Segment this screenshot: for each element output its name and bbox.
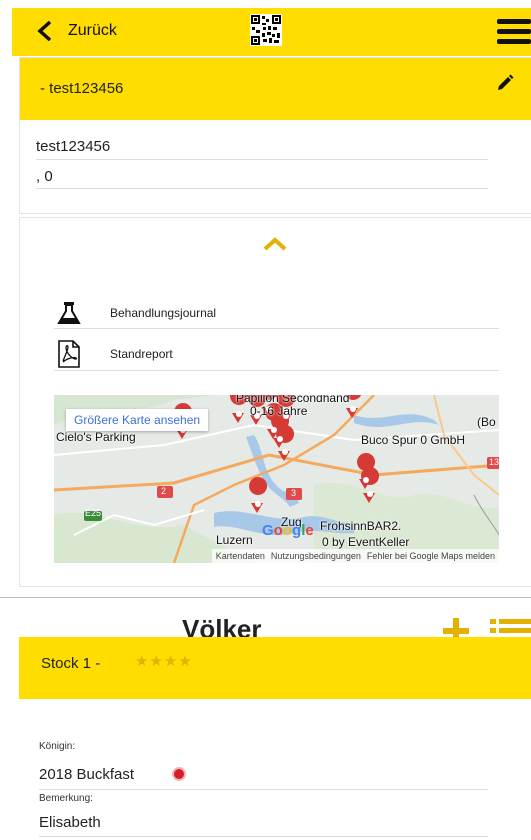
action-row-standreport[interactable]: Standreport (54, 335, 499, 373)
map-report-link[interactable]: Fehler bei Google Maps melden (367, 551, 495, 561)
divider (36, 159, 488, 160)
stand-title: - test123456 (40, 80, 124, 97)
hive-header[interactable]: Stock 1 - ★★★★ (19, 637, 531, 699)
divider (39, 836, 488, 837)
top-bar: Zurück (12, 8, 531, 56)
map-place-label: 0-16 Jahre (250, 404, 308, 418)
stand-header: - test123456 (20, 58, 531, 120)
map-footer: Kartendaten Nutzungsbedingungen Fehler b… (211, 549, 499, 563)
note-value: Elisabeth (39, 814, 101, 831)
map-road-badge: 3 (291, 488, 297, 498)
action-label: Standreport (110, 347, 173, 361)
flask-icon (54, 298, 84, 328)
action-label: Behandlungsjournal (110, 306, 217, 320)
queen-label: Königin: (39, 741, 76, 752)
map-place-label: Cielo's Parking (56, 430, 136, 444)
map-place-label: 0 by EventKeller (322, 535, 410, 549)
view-larger-map-link[interactable]: Größere Karte ansehen (66, 409, 209, 431)
map-place-label: Luzern (216, 533, 253, 547)
hive-name: Stock 1 - (41, 655, 101, 672)
map-embed[interactable]: Größere Karte ansehen Papillon Secondhan… (54, 395, 499, 563)
back-button[interactable]: Zurück (36, 20, 117, 42)
chevron-up-icon[interactable] (262, 236, 288, 252)
map-road-badge: 13 (489, 457, 499, 467)
google-logo: Google (262, 522, 314, 539)
note-label: Bemerkung: (39, 793, 93, 804)
queen-value: 2018 Buckfast (39, 766, 135, 783)
queen-mark-icon (174, 769, 184, 779)
hamburger-icon[interactable] (497, 19, 531, 45)
divider (54, 328, 499, 329)
map-terms-link[interactable]: Nutzungsbedingungen (271, 551, 361, 561)
map-data-link[interactable]: Kartendaten (216, 551, 265, 561)
back-label: Zurück (68, 22, 117, 39)
action-row-journal[interactable]: Behandlungsjournal (54, 294, 499, 332)
chevron-left-icon (37, 20, 52, 42)
pencil-icon[interactable] (496, 74, 514, 92)
qr-code-icon[interactable] (250, 14, 282, 46)
divider (39, 789, 488, 790)
map-road-badge: 2 (161, 486, 167, 496)
star-rating: ★★★★ (135, 653, 193, 670)
divider (36, 188, 488, 189)
pdf-icon (54, 339, 84, 369)
map-road-badge: E25 (85, 508, 102, 518)
section-divider (0, 597, 531, 598)
map-place-label: Buco Spur 0 GmbH (361, 433, 466, 447)
stand-card: - test123456 (19, 57, 531, 214)
stand-name: test123456 (36, 138, 111, 155)
map-place-label: (Bo (477, 415, 496, 429)
map-place-label: FrohsinnBAR2. (320, 519, 402, 533)
divider (54, 370, 499, 371)
stand-coords: , 0 (36, 168, 53, 185)
